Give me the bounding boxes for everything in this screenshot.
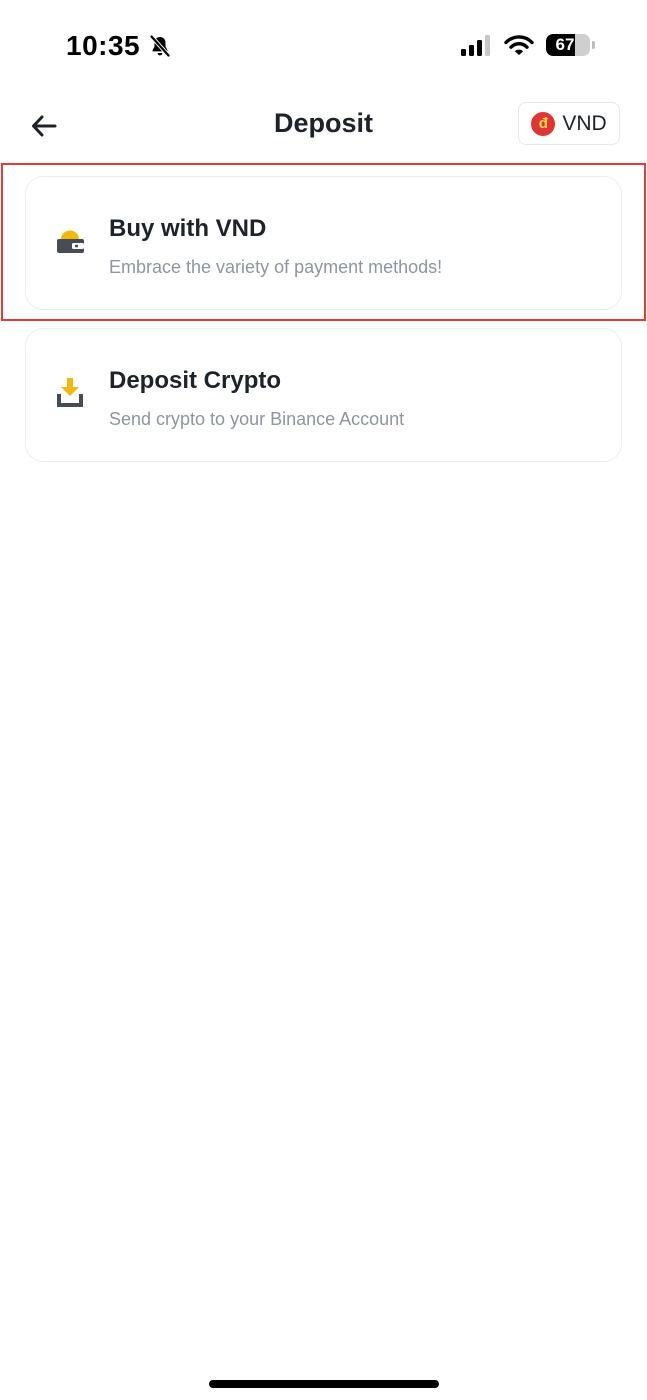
currency-label: VND <box>562 111 607 135</box>
signal-icon <box>461 35 490 56</box>
battery-cap <box>592 41 595 49</box>
download-tray-icon <box>57 378 83 407</box>
battery-icon: 67 <box>546 34 595 56</box>
header: Deposit đ VND <box>0 96 647 156</box>
bell-slash-icon <box>150 35 171 57</box>
option-title: Deposit Crypto <box>109 367 282 394</box>
status-time: 10:35 <box>66 30 141 61</box>
buy-with-vnd-option[interactable]: Buy with VND Embrace the variety of paym… <box>25 176 622 310</box>
option-title: Buy with VND <box>109 215 267 242</box>
status-bar: 10:35 67 <box>0 0 647 96</box>
home-indicator[interactable] <box>209 1380 439 1388</box>
option-subtitle: Send crypto to your Binance Account <box>109 409 405 429</box>
status-indicators: 67 <box>460 34 595 56</box>
option-subtitle: Embrace the variety of payment methods! <box>109 257 443 277</box>
status-time-group: 10:35 <box>66 30 172 62</box>
battery-body: 67 <box>546 34 590 56</box>
wallet-icon <box>57 230 84 253</box>
deposit-crypto-option[interactable]: Deposit Crypto Send crypto to your Binan… <box>25 328 622 462</box>
wifi-icon <box>504 35 534 55</box>
vnd-currency-icon: đ <box>531 111 556 136</box>
currency-selector-button[interactable]: đ VND <box>518 102 620 145</box>
deposit-screen: 10:35 67 Deposit đ VND Buy with VND Embr… <box>0 0 647 1400</box>
battery-level: 67 <box>555 35 575 54</box>
